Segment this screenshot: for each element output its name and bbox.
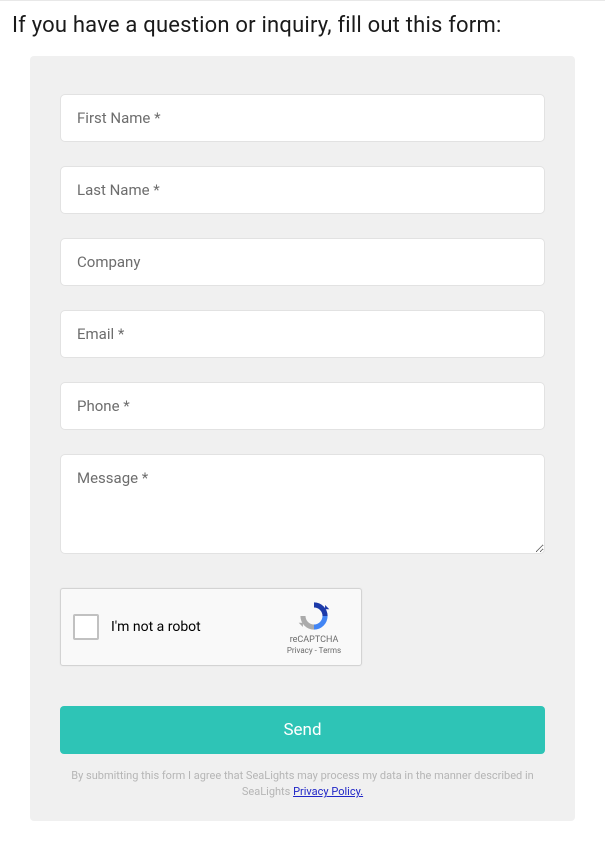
recaptcha-brand-text: reCAPTCHA <box>279 635 349 646</box>
recaptcha-logo-icon <box>297 599 331 633</box>
phone-input[interactable] <box>60 382 545 430</box>
company-input[interactable] <box>60 238 545 286</box>
message-textarea[interactable] <box>60 454 545 554</box>
first-name-input[interactable] <box>60 94 545 142</box>
recaptcha-label: I'm not a robot <box>111 619 279 635</box>
recaptcha-widget: I'm not a robot reCAPTCHA Privacy - Term… <box>60 588 362 666</box>
send-button[interactable]: Send <box>60 706 545 754</box>
privacy-policy-link[interactable]: Privacy Policy. <box>293 785 363 798</box>
disclaimer-text: By submitting this form I agree that Sea… <box>60 768 545 801</box>
last-name-input[interactable] <box>60 166 545 214</box>
form-heading: If you have a question or inquiry, fill … <box>12 13 593 38</box>
contact-form: I'm not a robot reCAPTCHA Privacy - Term… <box>30 56 575 821</box>
recaptcha-branding: reCAPTCHA Privacy - Terms <box>279 599 349 655</box>
email-input[interactable] <box>60 310 545 358</box>
recaptcha-links[interactable]: Privacy - Terms <box>279 646 349 655</box>
recaptcha-checkbox[interactable] <box>73 614 99 640</box>
